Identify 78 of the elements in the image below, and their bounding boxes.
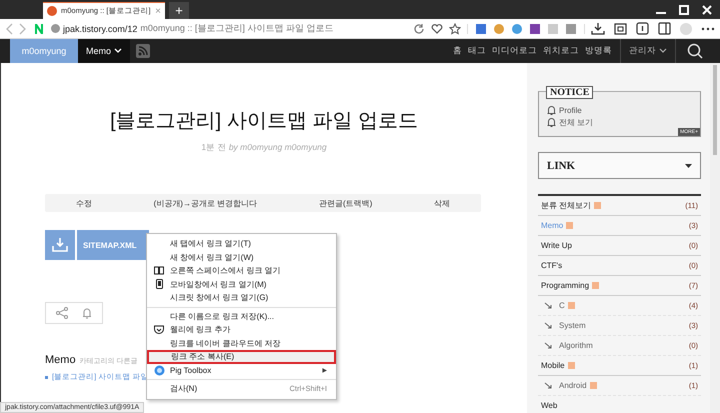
scrollbar-thumb[interactable]: [713, 65, 717, 155]
rss-icon[interactable]: [566, 222, 574, 229]
category-link[interactable]: CTF's: [541, 261, 562, 270]
maximize-icon[interactable]: [679, 4, 689, 14]
menu-item[interactable]: 링크 주소 복사(E): [147, 350, 336, 364]
related-heading: Memo: [45, 354, 76, 366]
back-icon[interactable]: [5, 22, 13, 34]
site-favicon-icon: [47, 6, 57, 16]
book-icon: [154, 266, 164, 276]
post-action-link[interactable]: 삭제: [434, 198, 450, 208]
nav-link[interactable]: 방명록: [585, 45, 612, 57]
menu-item[interactable]: 시크릿 창에서 링크 열기(G): [147, 291, 336, 304]
nav-link[interactable]: 홈: [453, 45, 462, 57]
bell-icon[interactable]: [82, 307, 92, 319]
heart-icon[interactable]: [431, 22, 443, 34]
nav-link[interactable]: 위치로그: [543, 45, 579, 57]
arrow-icon: [544, 302, 553, 309]
post-action-link[interactable]: 수정: [76, 198, 92, 208]
close-icon[interactable]: [702, 4, 712, 14]
address-field[interactable]: jpak.tistory.com/12 m0omyung :: [블로그관리] 사이트맵 파일 업로드: [51, 22, 407, 35]
new-tab-button[interactable]: +: [169, 2, 189, 19]
category-link[interactable]: System: [559, 321, 586, 330]
category-link[interactable]: Write Up: [541, 241, 572, 250]
share-icon[interactable]: [56, 307, 68, 319]
sidebar-icon[interactable]: [636, 22, 649, 35]
menu-item[interactable]: 새 탭에서 링크 열기(T): [147, 237, 336, 250]
rss-icon[interactable]: [594, 202, 602, 209]
capture-icon[interactable]: [614, 22, 627, 35]
category-link[interactable]: Web: [541, 401, 558, 410]
category-link[interactable]: C: [559, 301, 565, 310]
notice-link[interactable]: 전체 보기: [559, 116, 594, 128]
arrow-icon: [544, 342, 553, 349]
nav-link[interactable]: 미디어로그: [492, 45, 537, 57]
link-dropdown[interactable]: LINK: [538, 152, 701, 179]
post-author: by m0omyung m0omyung: [228, 142, 327, 152]
more-icon[interactable]: [701, 26, 715, 30]
rss-icon[interactable]: [568, 362, 575, 369]
menu-item[interactable]: 새 창에서 링크 열기(W): [147, 250, 336, 264]
globe-icon: [154, 364, 164, 376]
pocket-icon: [154, 325, 164, 334]
reload-icon[interactable]: [413, 22, 425, 34]
notice-link[interactable]: Profile: [559, 106, 582, 114]
arrow-icon: [544, 382, 553, 389]
menu-item[interactable]: 다른 이름으로 링크 저장(K)...: [147, 310, 336, 323]
menu-item[interactable]: 웰리에 링크 추가: [147, 323, 336, 336]
category-link[interactable]: Android: [559, 381, 587, 390]
nav-link[interactable]: 태그: [468, 45, 486, 57]
menu-item[interactable]: 오른쪽 스페이스에서 링크 열기: [147, 264, 336, 278]
chevron-down-icon: [659, 48, 667, 54]
menu-item[interactable]: 모바일창에서 링크 열기(M): [147, 278, 336, 291]
post-title: [블로그관리] 사이트맵 파일 업로드: [110, 109, 418, 134]
chevron-down-icon: [114, 48, 122, 54]
bell-icon: [547, 117, 556, 127]
rss-icon[interactable]: [592, 282, 600, 289]
n-logo-icon[interactable]: [33, 22, 45, 34]
arrow-icon: [544, 322, 553, 329]
download-icon: [52, 237, 68, 253]
star-icon[interactable]: [449, 22, 461, 34]
notice-title: NOTICE: [546, 86, 594, 99]
download-icon[interactable]: [591, 22, 605, 35]
category-link[interactable]: Algorithm: [559, 341, 593, 350]
post-action-link[interactable]: (비공개)→공개로 변경합니다: [154, 198, 258, 208]
category-link[interactable]: Programming: [541, 281, 590, 290]
rss-icon[interactable]: [136, 44, 150, 58]
dropdown-triangle-icon: [685, 164, 692, 168]
rss-icon[interactable]: [590, 382, 597, 389]
category-link[interactable]: Mobile: [541, 361, 565, 370]
post-time: 1분 전: [201, 142, 226, 152]
search-icon[interactable]: [687, 43, 703, 59]
phone-icon: [156, 279, 162, 290]
post-action-link[interactable]: 관련글(트랙백): [318, 198, 372, 208]
menu-item[interactable]: 링크를 네이버 클라우드에 저장: [147, 336, 336, 350]
forward-icon[interactable]: [19, 22, 27, 34]
rss-icon[interactable]: [568, 302, 575, 309]
category-menu[interactable]: Memo: [78, 39, 130, 63]
category-link[interactable]: 분류 전체보기: [541, 200, 592, 211]
split-view-icon[interactable]: [658, 22, 671, 35]
bell-icon: [547, 105, 556, 115]
